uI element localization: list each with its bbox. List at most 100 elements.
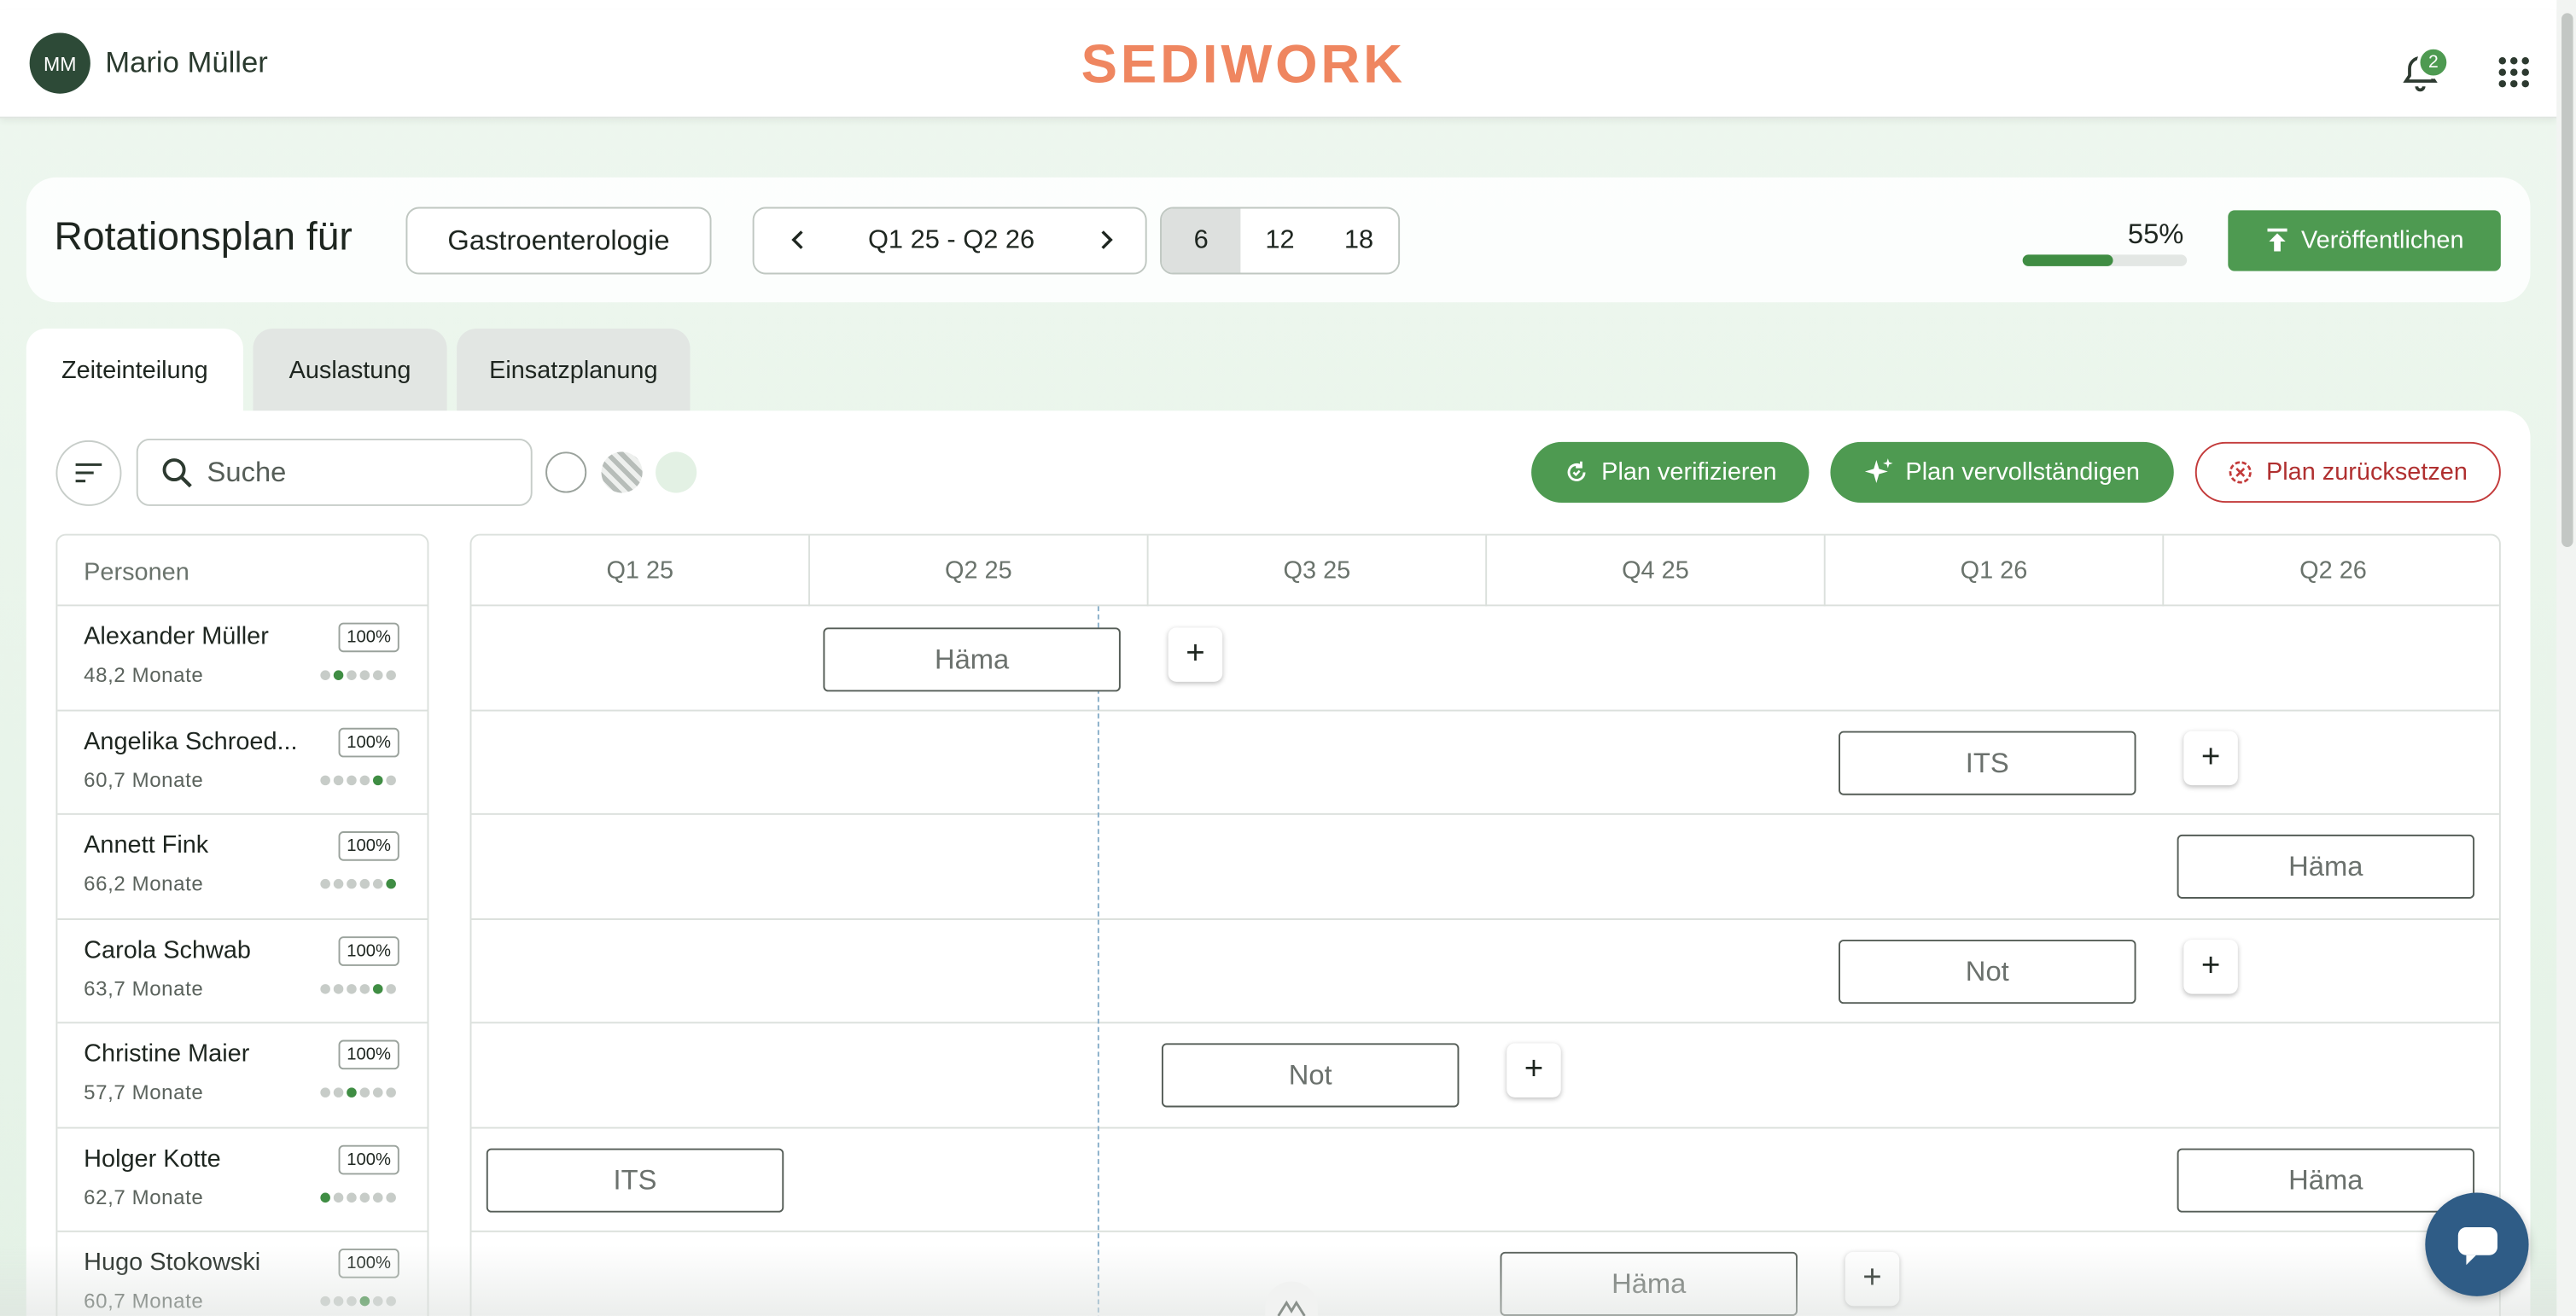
user-name[interactable]: Mario Müller bbox=[105, 46, 268, 80]
progress-dot bbox=[320, 878, 330, 889]
legend-empty-circle[interactable] bbox=[545, 451, 587, 493]
reset-plan-button[interactable]: Plan zurücksetzen bbox=[2194, 441, 2501, 504]
progress-dots bbox=[320, 670, 396, 680]
person-row[interactable]: Holger Kotte 62,7 Monate 100% bbox=[57, 1128, 428, 1232]
today-marker bbox=[1097, 606, 1099, 1316]
add-assignment-button[interactable]: + bbox=[1168, 627, 1223, 682]
assignment-block[interactable]: Häma bbox=[1500, 1251, 1798, 1316]
workload-badge: 100% bbox=[338, 935, 399, 965]
assignment-block[interactable]: Häma bbox=[2177, 834, 2475, 899]
add-assignment-button[interactable]: + bbox=[2183, 940, 2238, 994]
workload-badge: 100% bbox=[338, 831, 399, 861]
publish-label: Veröffentlichen bbox=[2300, 226, 2464, 255]
period-label: Q1 25 - Q2 26 bbox=[867, 226, 1035, 255]
tab-zeiteinteilung[interactable]: Zeiteinteilung bbox=[26, 329, 243, 413]
complete-plan-button[interactable]: Plan vervollständigen bbox=[1830, 441, 2174, 504]
scrollbar-thumb[interactable] bbox=[2561, 13, 2573, 548]
quarter-label: Q1 26 bbox=[1826, 535, 2165, 607]
progress-dot bbox=[386, 1191, 396, 1202]
verify-plan-button[interactable]: Plan verifizieren bbox=[1531, 441, 1810, 504]
progress-dot bbox=[372, 774, 383, 785]
person-row[interactable]: Carola Schwab 63,7 Monate 100% bbox=[57, 919, 428, 1024]
assignment-block[interactable]: ITS bbox=[1839, 731, 2136, 795]
complete-plan-label: Plan vervollständigen bbox=[1905, 458, 2140, 486]
person-months: 63,7 Monate bbox=[84, 976, 204, 1000]
person-row[interactable]: Alexander Müller 48,2 Monate 100% bbox=[57, 606, 428, 711]
workload-badge: 100% bbox=[338, 1144, 399, 1174]
legend-filled-circle[interactable] bbox=[656, 451, 697, 493]
progress-dot bbox=[359, 670, 370, 680]
progress-dot bbox=[386, 983, 396, 993]
add-assignment-button[interactable]: + bbox=[2183, 731, 2238, 786]
progress-dot bbox=[347, 670, 357, 680]
progress-dot bbox=[386, 670, 396, 680]
quarter-label: Q2 25 bbox=[810, 535, 1149, 607]
top-edge bbox=[0, 0, 2576, 10]
search-icon bbox=[162, 458, 192, 488]
period-navigator: Q1 25 - Q2 26 bbox=[752, 207, 1147, 275]
sort-filter-button[interactable] bbox=[55, 440, 122, 506]
reset-plan-label: Plan zurücksetzen bbox=[2265, 458, 2468, 486]
progress-dot bbox=[372, 1087, 383, 1098]
legend-striped-circle[interactable] bbox=[601, 451, 643, 493]
person-months: 57,7 Monate bbox=[84, 1080, 204, 1104]
person-row[interactable]: Annett Fink 66,2 Monate 100% bbox=[57, 815, 428, 920]
quarter-label: Q2 26 bbox=[2299, 556, 2367, 585]
quarter-label: Q4 25 bbox=[1487, 535, 1826, 607]
progress-dot bbox=[372, 670, 383, 680]
progress-dot bbox=[372, 983, 383, 993]
person-name: Carola Schwab bbox=[84, 935, 251, 964]
progress-dot bbox=[386, 774, 396, 785]
progress-dot bbox=[386, 1296, 396, 1307]
person-name: Hugo Stokowski bbox=[84, 1249, 261, 1277]
progress-dots bbox=[320, 983, 396, 993]
progress-dot bbox=[320, 774, 330, 785]
person-row[interactable]: Angelika Schroed... 60,7 Monate 100% bbox=[57, 711, 428, 815]
avatar[interactable]: MM bbox=[29, 32, 90, 94]
duration-option-6[interactable]: 6 bbox=[1161, 208, 1241, 273]
assignment-block[interactable]: Häma bbox=[2177, 1148, 2475, 1213]
persons-list: Personen Alexander Müller 48,2 Monate 100%… bbox=[55, 533, 429, 1316]
person-row[interactable]: Christine Maier 57,7 Monate 100% bbox=[57, 1023, 428, 1128]
sediwork-logo[interactable]: SEDIWORK bbox=[1081, 33, 1406, 96]
progress-dot bbox=[372, 1191, 383, 1202]
progress-dots bbox=[320, 878, 396, 889]
progress-dot bbox=[347, 774, 357, 785]
person-name: Annett Fink bbox=[84, 831, 209, 859]
department-select[interactable]: Gastroenterologie bbox=[405, 207, 712, 275]
assignment-block[interactable]: Häma bbox=[823, 627, 1121, 692]
duration-option-18[interactable]: 18 bbox=[1320, 208, 1398, 272]
progress-dot bbox=[320, 1191, 330, 1202]
chat-button[interactable] bbox=[2425, 1192, 2529, 1296]
reset-x-icon bbox=[2229, 461, 2253, 484]
progress-label: 55% bbox=[2127, 218, 2184, 250]
search-input[interactable] bbox=[207, 440, 520, 504]
progress-bar-fill bbox=[2022, 254, 2113, 266]
grid-apps-icon[interactable] bbox=[2497, 55, 2531, 89]
search-field bbox=[136, 438, 533, 506]
tab-einsatzplanung[interactable]: Einsatzplanung bbox=[457, 329, 691, 413]
upload-icon bbox=[2266, 228, 2287, 252]
tab-auslastung[interactable]: Auslastung bbox=[253, 329, 447, 413]
publish-button[interactable]: Veröffentlichen bbox=[2228, 210, 2501, 271]
progress-dots bbox=[320, 1296, 396, 1307]
add-assignment-button[interactable]: + bbox=[1507, 1043, 1561, 1098]
sparkle-icon bbox=[1864, 458, 1893, 483]
progress-dot bbox=[333, 1087, 344, 1098]
person-row[interactable]: Hugo Stokowski 60,7 Monate 100% bbox=[57, 1232, 427, 1316]
progress-dot bbox=[347, 878, 357, 889]
progress-dots bbox=[320, 1087, 396, 1098]
progress-dot bbox=[320, 983, 330, 993]
progress-dots bbox=[320, 1191, 396, 1202]
assignment-block[interactable]: Not bbox=[1161, 1043, 1460, 1108]
person-months: 66,2 Monate bbox=[84, 872, 204, 896]
duration-option-12[interactable]: 12 bbox=[1240, 208, 1319, 272]
progress-dot bbox=[333, 1296, 344, 1307]
assignment-block[interactable]: ITS bbox=[486, 1148, 784, 1213]
add-assignment-button[interactable]: + bbox=[1845, 1251, 1900, 1307]
assignment-block[interactable]: Not bbox=[1839, 940, 2136, 1004]
chevron-right-icon[interactable] bbox=[1091, 224, 1121, 257]
progress-dot bbox=[347, 1087, 357, 1098]
progress-dot bbox=[333, 1191, 344, 1202]
progress-dot bbox=[359, 1191, 370, 1202]
